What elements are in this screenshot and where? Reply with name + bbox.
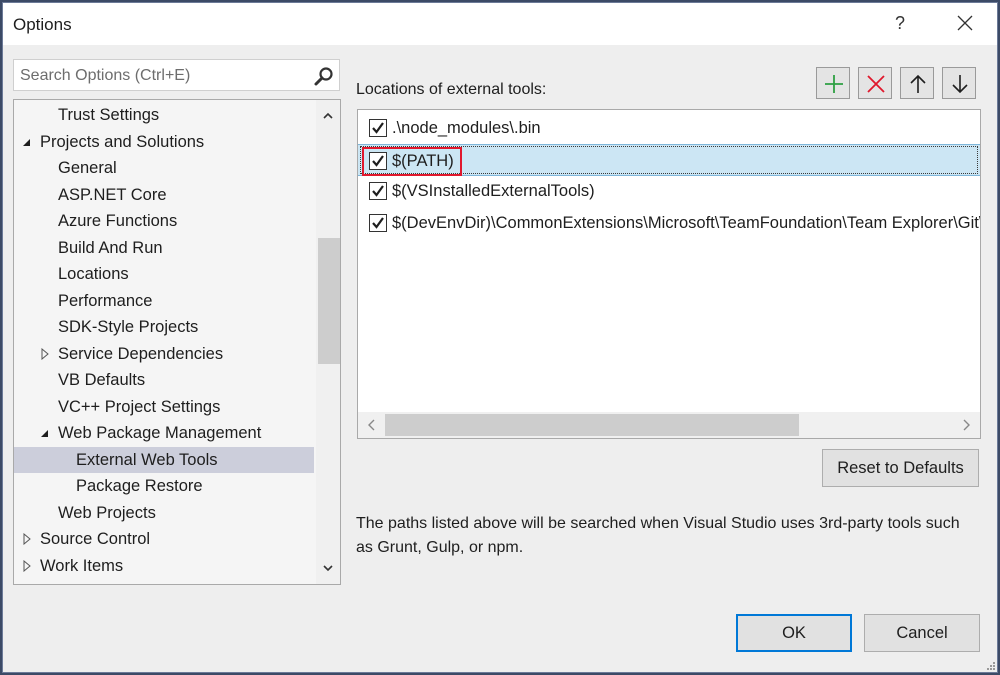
tree-item-label: Build And Run <box>58 238 163 257</box>
title-bar: Options ? <box>3 3 997 45</box>
tree-item-label: Projects and Solutions <box>40 132 205 151</box>
tree-item-label: Locations <box>58 265 129 283</box>
tree-item-label: Performance <box>58 291 153 310</box>
row-checkbox[interactable] <box>369 119 387 137</box>
close-icon <box>957 15 973 31</box>
collapsed-arrow-icon[interactable] <box>22 553 34 583</box>
search-input[interactable] <box>20 65 310 87</box>
tree-item[interactable]: Build And Run <box>14 235 314 261</box>
collapsed-arrow-icon[interactable] <box>40 341 52 371</box>
row-checkbox[interactable] <box>369 151 387 170</box>
tree-item-label: Source Control <box>40 530 151 548</box>
tree-item[interactable]: ASP.NET Core <box>14 182 314 208</box>
collapsed-arrow-icon[interactable] <box>22 526 34 556</box>
tree-item-label: Package Restore <box>76 477 203 495</box>
tool-path-label: $(PATH) <box>392 151 454 170</box>
add-button[interactable] <box>816 67 850 99</box>
arrow-up-icon <box>910 74 926 93</box>
tree-item[interactable]: Performance <box>14 288 314 314</box>
row-checkbox[interactable] <box>369 213 387 232</box>
tool-path-row[interactable]: $(PATH) <box>358 143 980 176</box>
tree-item[interactable]: VB Defaults <box>14 367 314 393</box>
tree-item-label: Trust Settings <box>58 106 160 124</box>
row-checkbox[interactable] <box>369 182 387 200</box>
tree-item-label: Service Dependencies <box>58 344 224 363</box>
tree-vertical-scrollbar[interactable] <box>316 100 340 584</box>
tree-item[interactable]: Web Projects <box>14 500 314 526</box>
tree-item-label: Work Items <box>40 556 124 575</box>
ok-button[interactable]: OK <box>736 614 852 652</box>
plus-icon <box>825 75 843 93</box>
tree-item[interactable]: Work Items <box>14 553 314 579</box>
search-icon[interactable] <box>313 65 335 87</box>
tool-path-label: .\node_modules\.bin <box>392 119 541 137</box>
scroll-up-button[interactable] <box>316 104 340 126</box>
tree-item-label: Azure Functions <box>58 212 178 230</box>
tree-item-label: VC++ Project Settings <box>58 397 221 416</box>
tool-path-row[interactable]: $(DevEnvDir)\CommonExtensions\Microsoft\… <box>358 207 980 239</box>
options-tree[interactable]: Work Items Source Control Web Projects Pack… <box>13 99 341 585</box>
tree-item[interactable]: Projects and Solutions <box>14 129 314 155</box>
tool-path-row[interactable]: .\node_modules\.bin <box>358 112 980 144</box>
tool-path-row[interactable]: $(VSInstalledExternalTools) <box>358 175 980 207</box>
checkmark-icon <box>372 154 384 167</box>
tree-item-label: Web Package Management <box>58 424 262 442</box>
description-text: The paths listed above will be searched … <box>356 515 960 556</box>
tree-item-label: Web Projects <box>58 503 156 522</box>
tree-item[interactable]: Package Restore <box>14 473 314 499</box>
tree-item[interactable]: External Web Tools <box>14 446 314 473</box>
locations-label: Locations of external tools: <box>356 81 547 98</box>
search-box[interactable] <box>13 59 340 91</box>
tree-item[interactable]: Trust Settings <box>14 102 314 128</box>
move-down-button[interactable] <box>942 67 976 99</box>
options-dialog: Options ? Work Items Source Control Web Pr… <box>2 2 998 673</box>
tree-item-label: VB Defaults <box>58 371 146 389</box>
dialog-title: Options <box>13 15 72 34</box>
help-button[interactable]: ? <box>892 13 908 34</box>
tree-item[interactable]: SDK-Style Projects <box>14 314 314 340</box>
scroll-right-button[interactable] <box>954 412 978 438</box>
move-up-button[interactable] <box>900 67 934 99</box>
scroll-left-button[interactable] <box>360 412 384 438</box>
expanded-arrow-icon[interactable] <box>40 420 52 450</box>
tree-item[interactable]: Service Dependencies <box>14 341 314 367</box>
tree-item[interactable]: VC++ Project Settings <box>14 394 314 420</box>
tree-item-label: SDK-Style Projects <box>58 318 199 336</box>
tree-item[interactable]: Source Control <box>14 526 314 552</box>
list-horizontal-scrollbar[interactable] <box>358 412 980 438</box>
chevron-left-icon <box>368 419 375 431</box>
cancel-button[interactable]: Cancel <box>864 614 980 652</box>
tree-item-label: ASP.NET Core <box>58 185 167 204</box>
chevron-right-icon <box>963 419 970 431</box>
tree-item[interactable]: Azure Functions <box>14 208 314 234</box>
checkmark-icon <box>372 122 384 134</box>
expanded-arrow-icon[interactable] <box>22 129 34 159</box>
checkmark-icon <box>372 185 384 197</box>
arrow-down-icon <box>952 75 968 94</box>
tree-item-label: General <box>58 159 117 177</box>
close-button[interactable] <box>953 11 977 35</box>
x-icon <box>867 75 885 93</box>
remove-button[interactable] <box>858 67 892 99</box>
horizontal-scroll-thumb[interactable] <box>385 414 799 436</box>
reset-to-defaults-button[interactable]: Reset to Defaults <box>822 449 979 487</box>
tree-item-label: External Web Tools <box>76 450 218 469</box>
scroll-down-button[interactable] <box>316 558 340 580</box>
resize-grip-icon[interactable] <box>985 660 995 670</box>
tree-item[interactable]: Locations <box>14 261 314 287</box>
tool-path-label: $(VSInstalledExternalTools) <box>392 182 595 200</box>
scroll-thumb[interactable] <box>318 238 340 364</box>
external-tools-list[interactable]: $(DevEnvDir)\CommonExtensions\Microsoft\… <box>357 109 981 439</box>
chevron-up-icon <box>323 112 333 119</box>
tree-item[interactable]: General <box>14 155 314 181</box>
tree-item[interactable]: Web Package Management <box>14 420 314 446</box>
checkmark-icon <box>372 216 384 229</box>
chevron-down-icon <box>323 565 333 572</box>
tool-path-label: $(DevEnvDir)\CommonExtensions\Microsoft\… <box>392 213 981 232</box>
